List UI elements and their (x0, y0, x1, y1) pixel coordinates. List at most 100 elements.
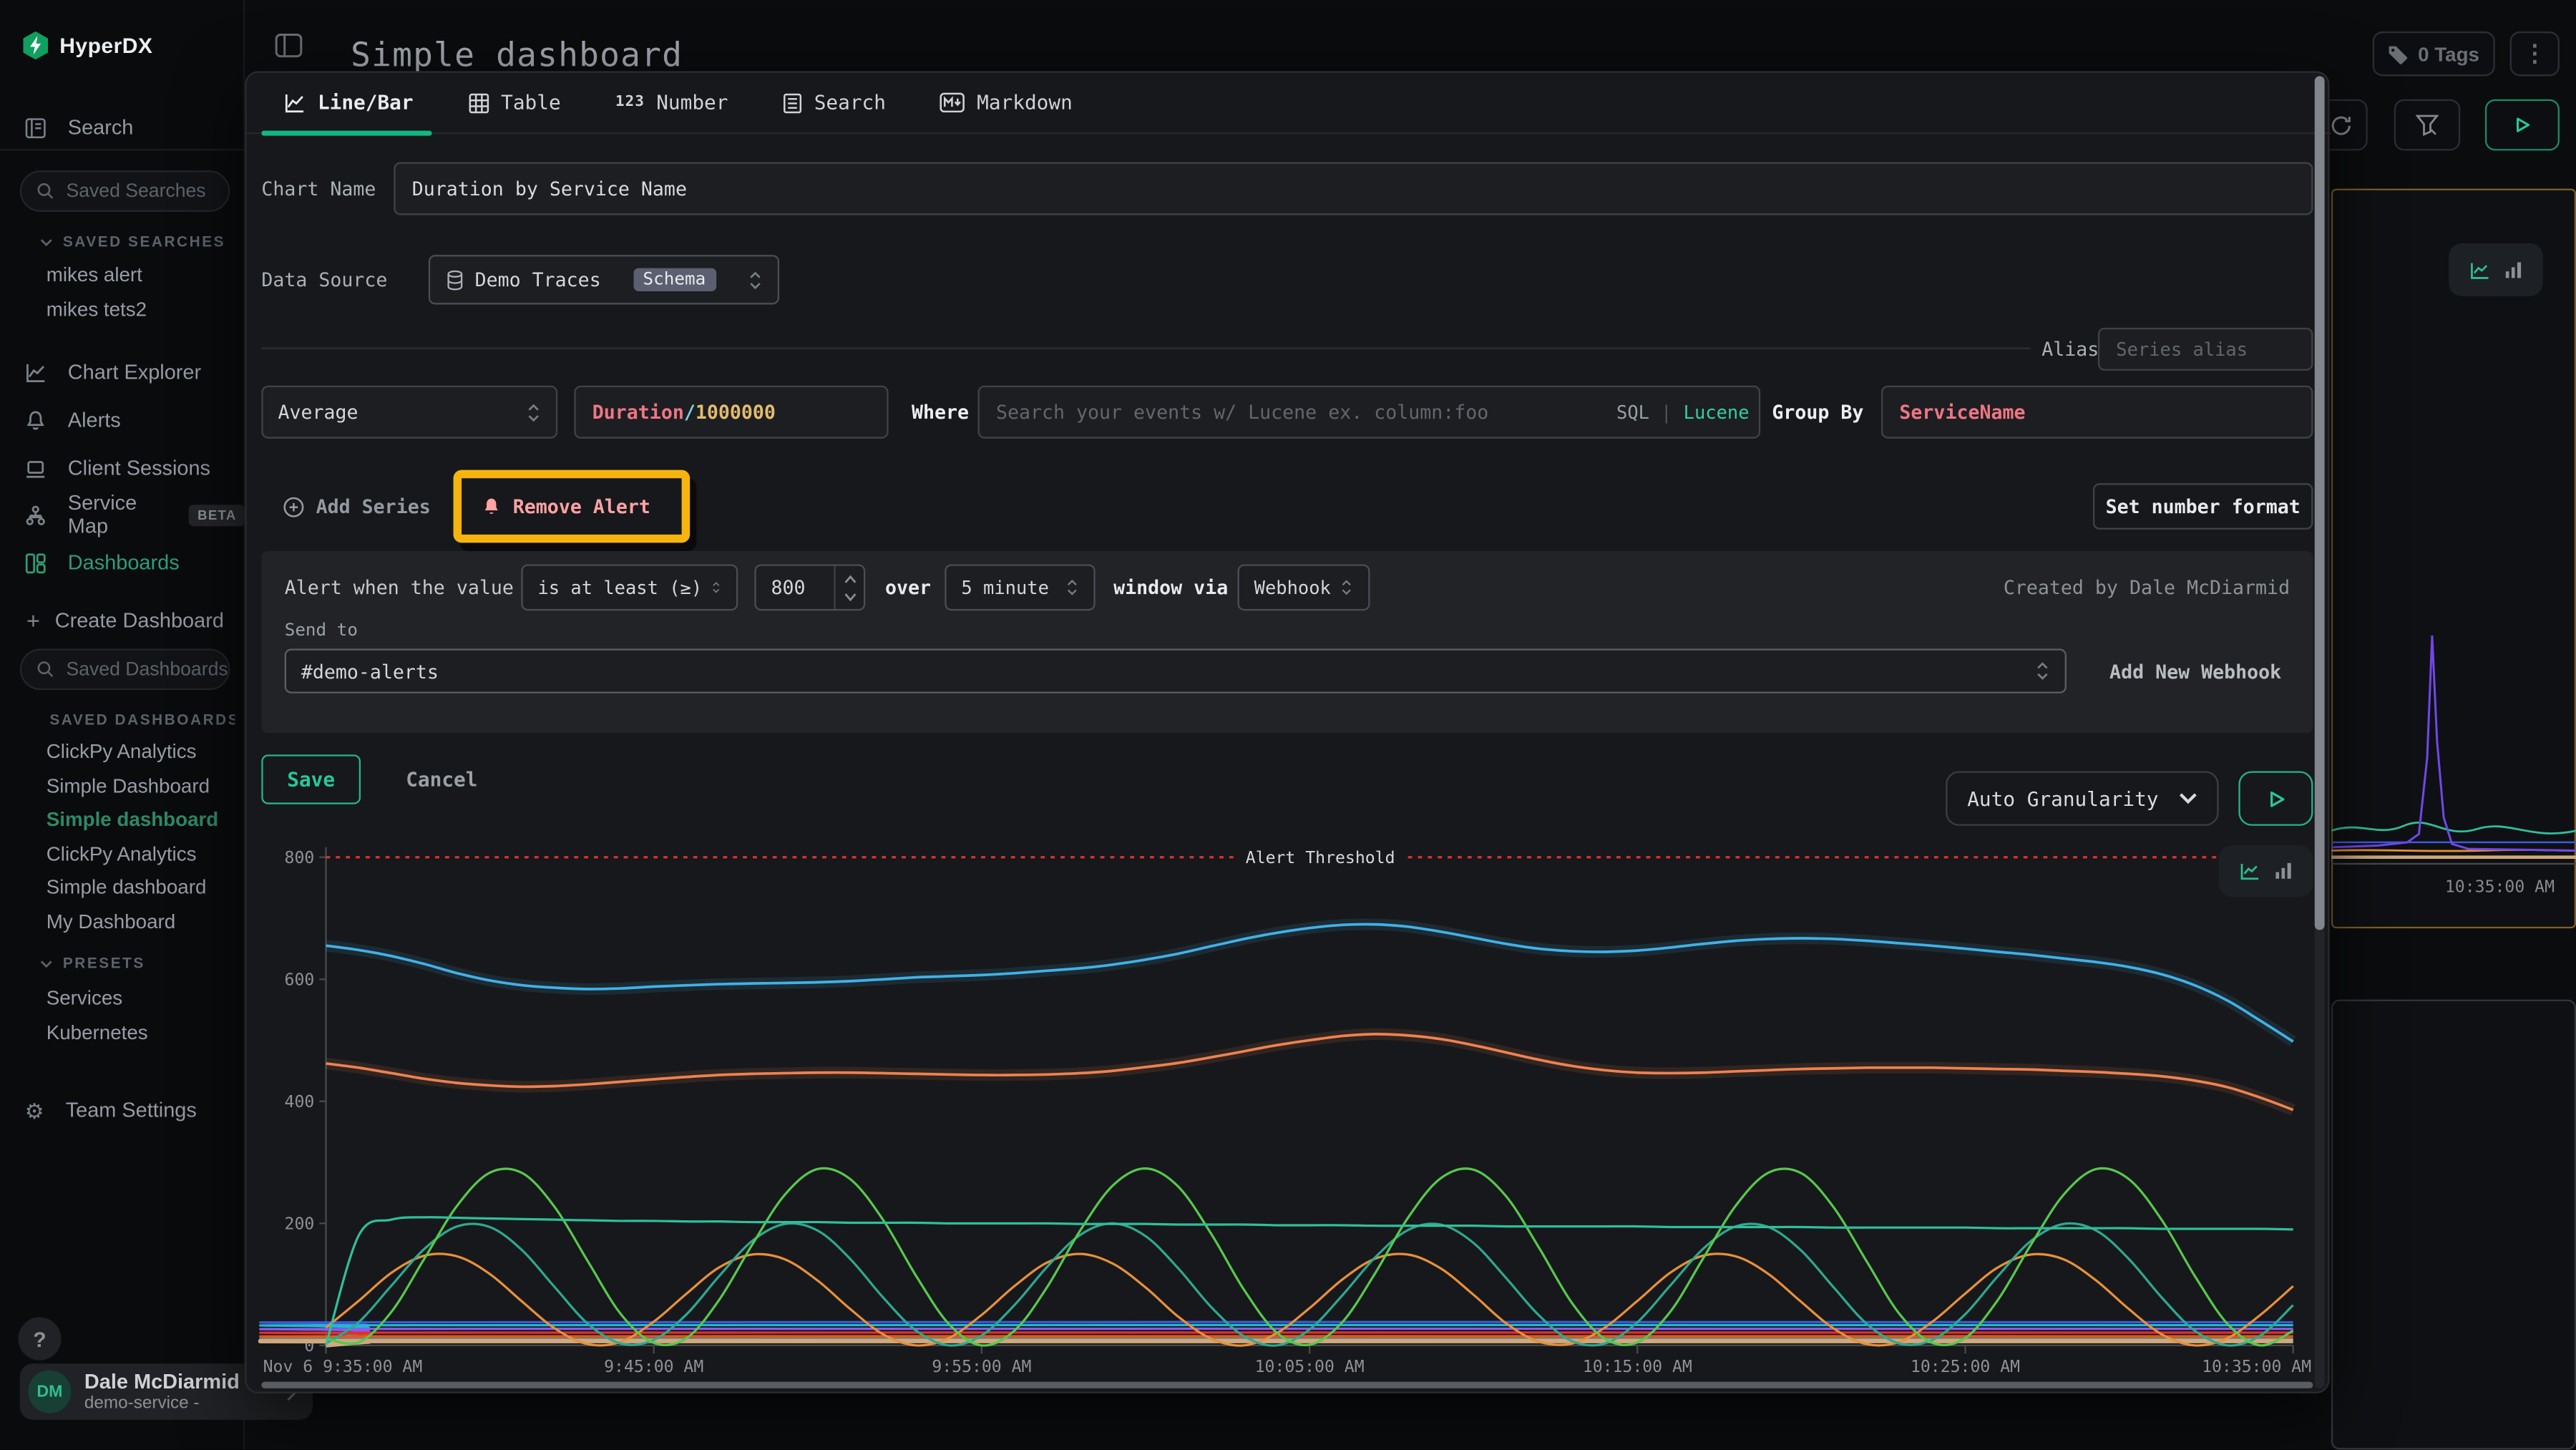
aggregation-select[interactable]: Average (261, 386, 557, 439)
bar-chart-icon (2274, 862, 2292, 880)
scrollbar-thumb[interactable] (2315, 76, 2325, 930)
sidebar-item-team-settings[interactable]: ⚙ Team Settings (0, 1089, 245, 1132)
aggregation-value: Average (278, 401, 358, 424)
chevron-down-icon (2179, 793, 2197, 804)
sidebar-collapse-icon[interactable] (275, 33, 303, 58)
tag-icon (2389, 44, 2409, 64)
create-dashboard-label: Create Dashboard (55, 609, 224, 632)
chart-display-toggle[interactable] (2219, 846, 2313, 897)
preset-item[interactable]: Services (47, 986, 122, 1013)
preset-item[interactable]: Kubernetes (47, 1021, 148, 1048)
sidebar-item-label: Client Sessions (68, 457, 210, 480)
presets-header[interactable]: PRESETS (39, 953, 145, 973)
send-to-select[interactable]: #demo-alerts (285, 648, 2067, 693)
svg-text:9:55:00 AM: 9:55:00 AM (932, 1358, 1031, 1376)
tags-button[interactable]: 0 Tags (2373, 31, 2495, 76)
sidebar-item-label: Alerts (68, 409, 121, 432)
tab-table[interactable]: Table (468, 91, 561, 114)
sidebar-item-label: Chart Explorer (68, 361, 201, 384)
bell-icon (25, 409, 47, 431)
chevron-down-icon (39, 238, 52, 246)
background-run-button[interactable] (2485, 99, 2560, 151)
modal-horizontal-scrollbar[interactable] (261, 1382, 2313, 1388)
filter-button[interactable] (2394, 99, 2460, 151)
divider (0, 149, 245, 150)
metric-field[interactable]: Duration/1000000 (574, 386, 888, 439)
number-stepper[interactable] (834, 566, 857, 609)
tab-line-bar[interactable]: Line/Bar (283, 91, 413, 114)
alert-prefix-label: Alert when the value (285, 564, 514, 610)
refresh-icon (2328, 113, 2351, 136)
kebab-menu-button[interactable]: ⋮ (2510, 31, 2560, 76)
logo[interactable]: HyperDX (23, 31, 152, 59)
dashboard-item[interactable]: ClickPy Analytics (47, 740, 197, 767)
background-chart-type-toggle[interactable] (2449, 243, 2543, 296)
saved-dashboards-header[interactable]: SAVED DASHBOARDS (39, 710, 235, 730)
dashboard-item[interactable]: Simple dashboard (47, 875, 207, 902)
saved-search-item[interactable]: mikes tets2 (47, 298, 147, 324)
add-series-button[interactable]: Add Series (283, 482, 430, 531)
chevron-down-icon (844, 592, 857, 602)
alert-window-select[interactable]: 5 minute (945, 564, 1095, 610)
saved-searches-placeholder: Saved Searches (66, 181, 205, 201)
saved-dashboards-input[interactable]: Saved Dashboards (20, 648, 230, 690)
user-subtitle: demo-service - (84, 1393, 273, 1413)
alias-label: Alias (2041, 328, 2099, 371)
lucene-option[interactable]: Lucene (1684, 402, 1750, 423)
help-button[interactable]: ? (18, 1318, 61, 1361)
sidebar-item-service-map[interactable]: Service Map BETA (0, 493, 245, 536)
tab-markdown[interactable]: Markdown (940, 91, 1073, 114)
scrollbar-thumb[interactable] (261, 1382, 2313, 1388)
data-source-value: Demo Traces (475, 268, 601, 291)
saved-searches-input[interactable]: Saved Searches (20, 170, 230, 212)
where-label: Where (912, 386, 969, 439)
alias-input[interactable] (2098, 328, 2313, 371)
svg-text:9:45:00 AM: 9:45:00 AM (604, 1358, 703, 1376)
dashboard-item[interactable]: Simple Dashboard (47, 774, 210, 801)
sql-option[interactable]: SQL (1616, 402, 1649, 423)
search-icon (36, 661, 54, 678)
remove-alert-button[interactable]: Remove Alert (482, 482, 650, 531)
svg-text:10:05:00 AM: 10:05:00 AM (1255, 1358, 1365, 1376)
add-new-webhook-button[interactable]: Add New Webhook (2109, 648, 2281, 693)
sidebar-item-dashboards[interactable]: Dashboards (0, 541, 245, 584)
sidebar-item-chart-explorer[interactable]: Chart Explorer (0, 351, 245, 394)
granularity-select[interactable]: Auto Granularity (1946, 771, 2219, 825)
sidebar-item-alerts[interactable]: Alerts (0, 399, 245, 442)
data-source-select[interactable]: Demo Traces Schema (429, 255, 779, 304)
dashboard-item[interactable]: My Dashboard (47, 910, 175, 937)
sidebar-item-client-sessions[interactable]: Client Sessions (0, 447, 245, 490)
sidebar-item-label: Team Settings (66, 1099, 197, 1121)
filter-edit-icon (2416, 113, 2439, 136)
save-button[interactable]: Save (261, 754, 361, 804)
background-sparkline (2331, 599, 2576, 872)
preview-chart[interactable]: 0200400600800Nov 6 9:35:00 AM9:45:00 AM9… (261, 837, 2313, 1383)
table-icon (468, 92, 489, 113)
set-number-format-button[interactable]: Set number format (2093, 483, 2313, 530)
document-lines-icon (783, 92, 803, 113)
alert-config-section: Alert when the value is at least (≥) 800… (261, 551, 2313, 733)
group-by-field[interactable]: ServiceName (1881, 386, 2313, 439)
tab-number[interactable]: 123 Number (615, 91, 728, 114)
modal-vertical-scrollbar[interactable] (2315, 76, 2325, 1388)
alert-channel-select[interactable]: Webhook (1238, 564, 1370, 610)
create-dashboard-button[interactable]: + Create Dashboard (0, 599, 245, 642)
plus-circle-icon (283, 496, 304, 517)
run-chart-button[interactable] (2238, 771, 2313, 825)
tab-search[interactable]: Search (783, 91, 886, 114)
saved-search-item[interactable]: mikes alert (47, 263, 142, 290)
plus-icon: + (26, 608, 40, 634)
alert-threshold-input[interactable]: 800 (754, 564, 865, 610)
cancel-button[interactable]: Cancel (392, 754, 492, 804)
saved-searches-header[interactable]: SAVED SEARCHES (39, 232, 225, 252)
dashboard-item[interactable]: ClickPy Analytics (47, 842, 197, 869)
send-to-label: Send to (285, 621, 358, 641)
dashboard-item-active[interactable]: Simple dashboard (47, 807, 219, 834)
screen: Simple dashboard 0 Tags ⋮ 10:35:00 AM Hy… (0, 0, 2576, 1449)
line-chart-icon (2469, 261, 2489, 278)
sidebar-item-search[interactable]: Search (0, 106, 245, 149)
alert-condition-select[interactable]: is at least (≥) (521, 564, 738, 610)
query-language-toggle[interactable]: SQL | Lucene (1616, 386, 1750, 439)
chart-name-input[interactable] (394, 162, 2313, 215)
window-via-label: window via (1113, 564, 1228, 610)
